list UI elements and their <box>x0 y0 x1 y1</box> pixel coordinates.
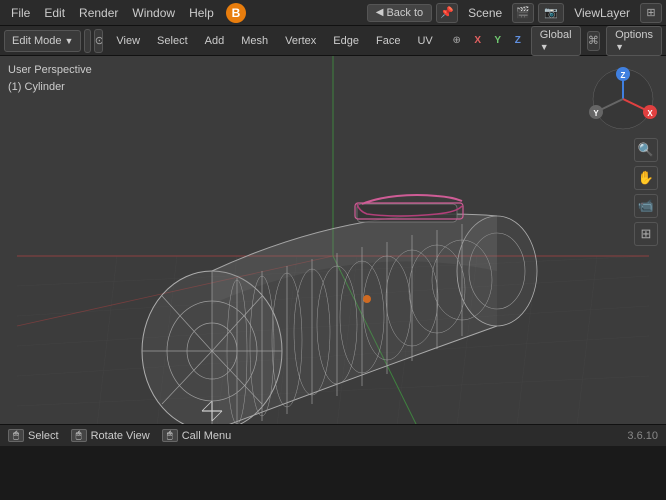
select-mode-group <box>84 29 90 53</box>
options-button[interactable]: Options ▼ <box>606 26 662 56</box>
select-key: 🖱 <box>8 429 24 442</box>
camera-view-icon[interactable]: 📹 <box>634 194 658 218</box>
camera-icon[interactable]: 📷 <box>538 3 564 23</box>
scene-pin-icon[interactable]: 📌 <box>436 3 458 23</box>
proportional-edit-btn[interactable]: ⊙ <box>95 30 103 52</box>
rotate-status: 🖱 Rotate View <box>71 429 150 442</box>
extra-tools-group: ⊙ 🧲 ✦ ⇔ ◎ <box>94 29 103 53</box>
add-menu-btn[interactable]: Add <box>198 30 232 52</box>
menu-file[interactable]: File <box>4 4 37 22</box>
top-center-controls: ◀ Back to 📌 Scene 🎬 📷 ViewLayer ⊞ <box>367 3 662 23</box>
menu-help[interactable]: Help <box>182 4 221 22</box>
uv-menu-btn[interactable]: UV <box>410 30 439 52</box>
svg-text:Z: Z <box>621 71 626 80</box>
svg-text:B: B <box>231 6 240 20</box>
select-menu-btn[interactable]: Select <box>150 30 195 52</box>
scene-label: Scene <box>462 6 508 20</box>
zoom-icon[interactable]: 🔍 <box>634 138 658 162</box>
global-dropdown[interactable]: Global ▼ <box>531 26 581 56</box>
rotate-label: Rotate View <box>91 430 150 442</box>
menu-label: Call Menu <box>182 430 232 442</box>
scene-icon[interactable]: 🎬 <box>512 3 534 23</box>
menu-window[interactable]: Window <box>125 4 182 22</box>
svg-text:X: X <box>647 109 653 118</box>
statusbar: 🖱 Select 🖱 Rotate View 🖱 Call Menu 3.6.1… <box>0 424 666 446</box>
vertex-menu-btn[interactable]: Vertex <box>278 30 323 52</box>
rotate-key: 🖱 <box>71 429 87 442</box>
viewport-tools: 🔍 ✋ 📹 ⊞ <box>634 138 658 246</box>
face-menu-btn[interactable]: Face <box>369 30 407 52</box>
toolbar: Edit Mode ▼ ⊙ 🧲 ✦ ⇔ ◎ View Select Add Me… <box>0 26 666 56</box>
x-axis-btn[interactable]: X <box>468 31 488 51</box>
menu-render[interactable]: Render <box>72 4 125 22</box>
edit-mode-button[interactable]: Edit Mode ▼ <box>4 30 81 52</box>
svg-text:Y: Y <box>593 109 599 118</box>
top-menu-bar: File Edit Render Window Help B ◀ Back to… <box>0 0 666 26</box>
mesh-menu-btn[interactable]: Mesh <box>234 30 275 52</box>
viewport-3d[interactable]: User Perspective (1) Cylinder Z X Y 🔍 ✋ … <box>0 56 666 424</box>
select-status: 🖱 Select <box>8 429 59 442</box>
xyz-group: ⊕ X Y Z <box>446 31 528 51</box>
menu-key: 🖱 <box>162 429 178 442</box>
navigation-gizmo[interactable]: Z X Y <box>588 64 658 134</box>
xyz-icon: ⊕ <box>446 31 468 51</box>
vertex-mode-btn[interactable] <box>85 30 90 52</box>
view-menu-btn[interactable]: View <box>109 30 147 52</box>
z-axis-btn[interactable]: Z <box>508 31 528 51</box>
pan-icon[interactable]: ✋ <box>634 166 658 190</box>
select-label: Select <box>28 430 59 442</box>
version-label: 3.6.10 <box>627 430 658 442</box>
menu-edit[interactable]: Edit <box>37 4 72 22</box>
y-axis-btn[interactable]: Y <box>488 31 508 51</box>
edge-menu-btn[interactable]: Edge <box>326 30 366 52</box>
blender-logo: B <box>225 2 247 24</box>
grid-view-icon[interactable]: ⊞ <box>634 222 658 246</box>
transform-orientations-icon[interactable]: ⌘ <box>587 31 600 51</box>
menu-status: 🖱 Call Menu <box>162 429 232 442</box>
back-button[interactable]: ◀ Back to <box>367 4 432 22</box>
viewlayer-icon[interactable]: ⊞ <box>640 3 662 23</box>
viewlayer-label: ViewLayer <box>568 6 636 20</box>
